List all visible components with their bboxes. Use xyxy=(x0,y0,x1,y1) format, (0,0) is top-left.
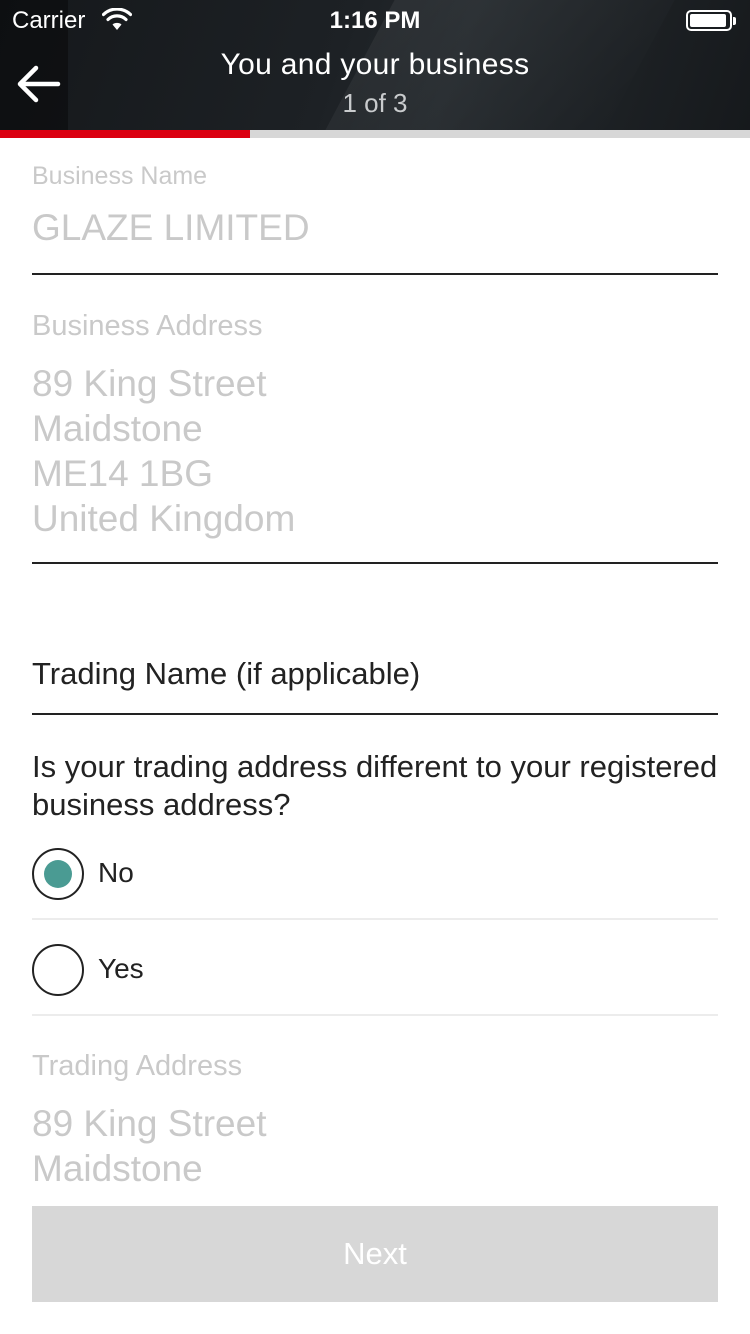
radio-selected-icon[interactable] xyxy=(32,848,84,900)
screen: Carrier 1:16 PM You and your business 1 … xyxy=(0,0,750,1334)
business-name-underline xyxy=(32,273,718,275)
business-name-value: GLAZE LIMITED xyxy=(32,207,310,248)
trading-address-field: Trading Address 89 King Street Maidstone xyxy=(32,1050,718,1191)
status-bar: Carrier 1:16 PM xyxy=(0,0,750,40)
status-time: 1:16 PM xyxy=(329,7,421,34)
next-button[interactable]: Next xyxy=(32,1206,718,1302)
address-line: United Kingdom xyxy=(32,498,296,539)
radio-label-yes: Yes xyxy=(98,953,144,984)
business-address-label: Business Address xyxy=(32,310,263,342)
trading-address-label: Trading Address xyxy=(32,1050,243,1082)
progress-fill xyxy=(0,130,250,138)
radio-option-yes[interactable]: Yes xyxy=(32,944,718,1040)
header-bar: Carrier 1:16 PM You and your business 1 … xyxy=(0,0,750,130)
trading-address-question: Is your trading address different to you… xyxy=(32,749,718,822)
progress-bar xyxy=(0,130,750,138)
address-line: 89 King Street xyxy=(32,1103,267,1144)
business-address-lines: 89 King Street Maidstone ME14 1BG United… xyxy=(32,361,718,541)
divider xyxy=(32,918,718,920)
battery-icon xyxy=(686,10,736,31)
trading-name-underline xyxy=(32,713,718,715)
business-name-label: Business Name xyxy=(32,162,208,190)
business-name-field: Business Name GLAZE LIMITED xyxy=(32,162,718,250)
step-indicator: 1 of 3 xyxy=(342,88,408,118)
business-address-field: Business Address 89 King Street Maidston… xyxy=(32,310,718,541)
trading-address-lines: 89 King Street Maidstone xyxy=(32,1101,718,1191)
radio-unselected-icon[interactable] xyxy=(32,944,84,996)
radio-label-no: No xyxy=(98,857,134,888)
address-line: Maidstone xyxy=(32,408,203,449)
trading-name-input[interactable]: Trading Name (if applicable) xyxy=(32,656,420,692)
page-title: You and your business xyxy=(220,48,530,81)
business-address-underline xyxy=(32,562,718,564)
divider xyxy=(32,1014,718,1016)
radio-option-no[interactable]: No xyxy=(32,848,718,944)
address-line: Maidstone xyxy=(32,1148,203,1189)
address-line: ME14 1BG xyxy=(32,453,213,494)
address-line: 89 King Street xyxy=(32,363,267,404)
